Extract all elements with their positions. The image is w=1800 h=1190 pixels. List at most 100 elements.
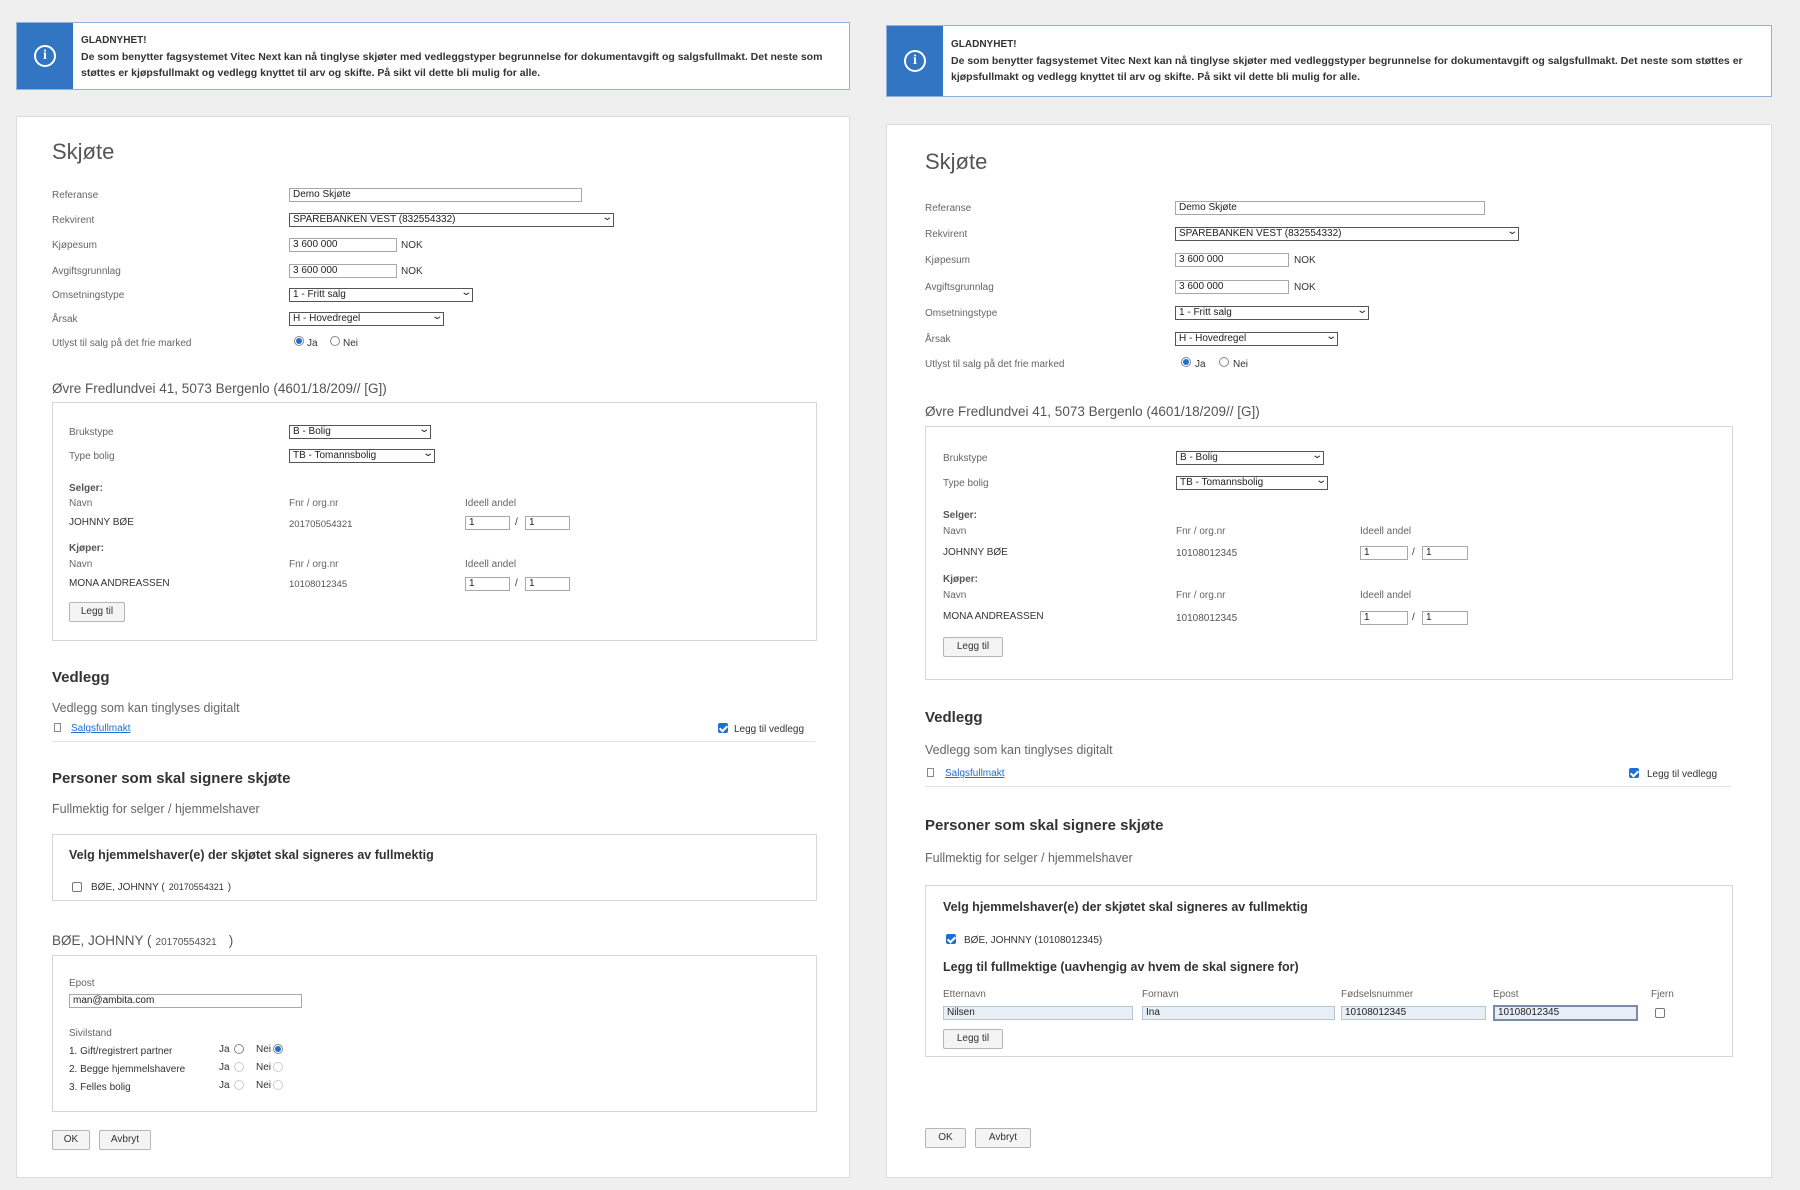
row3-ja-radio[interactable] — [234, 1080, 244, 1090]
omsetningstype-select[interactable]: 1 - Fritt salg ⌄ — [1175, 306, 1369, 320]
row3-nei-radio[interactable] — [273, 1080, 283, 1090]
label-type-bolig: Type bolig — [69, 451, 115, 462]
utlyst-nei-radio[interactable] — [1219, 357, 1229, 367]
seller-fnr: 201705054321 — [289, 519, 353, 530]
seller-heading: Selger: — [943, 510, 977, 521]
nei-label: Nei — [256, 1080, 272, 1091]
fornavn-input[interactable]: Ina — [1142, 1006, 1335, 1020]
add-proxy-button[interactable]: Legg til — [943, 1029, 1003, 1049]
kjopesum-input[interactable]: 3 600 000 — [1175, 253, 1289, 267]
signers-box: Velg hjemmelshaver(e) der skjøtet skal s… — [52, 834, 817, 901]
brukstype-select[interactable]: B - Bolig ⌄ — [289, 425, 431, 439]
etternavn-input[interactable]: Nilsen — [943, 1006, 1133, 1020]
person-label: BØE, JOHNNY (10108012345) — [964, 935, 1103, 946]
arsak-select[interactable]: H - Hovedregel ⌄ — [1175, 332, 1338, 346]
add-attachment-label: Legg til vedlegg — [734, 724, 805, 735]
epost-input[interactable]: man@ambita.com — [69, 994, 302, 1008]
buyer-name: MONA ANDREASSEN — [69, 578, 170, 589]
utlyst-ja-radio[interactable] — [1181, 357, 1191, 367]
banner-text: De som benytter fagsystemet Vitec Next k… — [81, 51, 823, 79]
chevron-down-icon: ⌄ — [1355, 306, 1368, 316]
signers-box-title: Velg hjemmelshaver(e) der skjøtet skal s… — [69, 848, 434, 862]
skjote-form: Skjøte Referanse Demo Skjøte Rekvirent S… — [16, 116, 850, 1178]
person-checkbox[interactable] — [72, 882, 82, 892]
sivilstand-row-label: 3. Felles bolig — [69, 1082, 131, 1093]
rekvirent-select[interactable]: SPAREBANKEN VEST (832554332) ⌄ — [289, 213, 614, 227]
attachments-subtitle: Vedlegg som kan tinglyses digitalt — [925, 743, 1113, 757]
seller-share-num[interactable]: 1 — [465, 516, 510, 530]
kjopesum-input[interactable]: 3 600 000 — [289, 238, 397, 252]
label-arsak: Årsak — [52, 314, 78, 325]
buyer-share-den[interactable]: 1 — [525, 577, 570, 591]
seller-share-den[interactable]: 1 — [525, 516, 570, 530]
utlyst-nei-radio[interactable] — [330, 336, 340, 346]
referanse-input[interactable]: Demo Skjøte — [289, 188, 582, 202]
buyer-share-num[interactable]: 1 — [465, 577, 510, 591]
property-box: Brukstype B - Bolig ⌄ Type bolig TB - Tom… — [52, 402, 817, 641]
referanse-input[interactable]: Demo Skjøte — [1175, 201, 1485, 215]
arsak-select[interactable]: H - Hovedregel ⌄ — [289, 312, 444, 326]
info-icon: i — [34, 45, 56, 67]
attachment-link[interactable]: Salgsfullmakt — [71, 723, 130, 734]
add-party-button[interactable]: Legg til — [69, 602, 125, 622]
add-attachment-checkbox[interactable] — [718, 723, 728, 733]
person-heading: BØE, JOHNNY (20170554321) — [52, 933, 234, 948]
fodselsnummer-input[interactable]: 10108012345 — [1341, 1006, 1486, 1020]
utlyst-nei-label: Nei — [1233, 359, 1249, 370]
cancel-button[interactable]: Avbryt — [975, 1128, 1031, 1148]
utlyst-ja-radio[interactable] — [294, 336, 304, 346]
col-fornavn: Fornavn — [1142, 989, 1179, 1000]
seller-share-den[interactable]: 1 — [1422, 546, 1468, 560]
add-attachment-checkbox[interactable] — [1629, 768, 1639, 778]
type-bolig-select[interactable]: TB - Tomannsbolig ⌄ — [289, 449, 435, 463]
news-banner: i GLADNYHET! De som benytter fagsystemet… — [16, 22, 850, 90]
type-bolig-select[interactable]: TB - Tomannsbolig ⌄ — [1176, 476, 1328, 490]
share-slash: / — [1412, 547, 1415, 558]
rekvirent-value: SPAREBANKEN VEST (832554332) — [293, 214, 456, 225]
col-navn: Navn — [69, 498, 93, 509]
cancel-button[interactable]: Avbryt — [99, 1130, 151, 1150]
label-sivilstand: Sivilstand — [69, 1028, 112, 1039]
remove-proxy-checkbox[interactable] — [1655, 1008, 1665, 1018]
row1-ja-radio[interactable] — [234, 1044, 244, 1054]
ok-button[interactable]: OK — [52, 1130, 90, 1150]
omsetningstype-value: 1 - Fritt salg — [293, 289, 346, 300]
chevron-down-icon: ⌄ — [1314, 476, 1327, 486]
ok-button[interactable]: OK — [925, 1128, 966, 1148]
add-party-button[interactable]: Legg til — [943, 637, 1003, 657]
label-kjopesum: Kjøpesum — [52, 240, 98, 251]
avgiftsgrunnlag-input[interactable]: 3 600 000 — [289, 264, 397, 278]
rekvirent-select[interactable]: SPAREBANKEN VEST (832554332) ⌄ — [1175, 227, 1519, 241]
col-fodselsnummer: Fødselsnummer — [1341, 989, 1414, 1000]
label-referanse: Referanse — [52, 190, 99, 201]
brukstype-select[interactable]: B - Bolig ⌄ — [1176, 451, 1324, 465]
epost-input[interactable]: 10108012345 — [1493, 1005, 1638, 1021]
avgiftsgrunnlag-input[interactable]: 3 600 000 — [1175, 280, 1289, 294]
person-box: Epost man@ambita.com Sivilstand 1. Gift/… — [52, 955, 817, 1112]
label-epost: Epost — [69, 978, 95, 989]
attachments-title: Vedlegg — [925, 709, 983, 726]
label-kjopesum: Kjøpesum — [925, 255, 971, 266]
omsetningstype-select[interactable]: 1 - Fritt salg ⌄ — [289, 288, 473, 302]
label-utlyst: Utlyst til salg på det frie marked — [925, 359, 1065, 370]
label-brukstype: Brukstype — [943, 453, 988, 464]
buyer-share-den[interactable]: 1 — [1422, 611, 1468, 625]
banner-icon-area: i — [17, 23, 73, 89]
property-title: Øvre Fredlundvei 41, 5073 Bergenlo (4601… — [925, 404, 1260, 419]
type-bolig-value: TB - Tomannsbolig — [293, 450, 377, 461]
buyer-share-num[interactable]: 1 — [1360, 611, 1408, 625]
document-icon — [54, 723, 61, 732]
utlyst-nei-label: Nei — [343, 338, 359, 349]
label-rekvirent: Rekvirent — [925, 229, 968, 240]
add-proxy-title: Legg til fullmektige (uavhengig av hvem … — [943, 960, 1299, 974]
nei-label: Nei — [256, 1062, 272, 1073]
row2-ja-radio[interactable] — [234, 1062, 244, 1072]
row2-nei-radio[interactable] — [273, 1062, 283, 1072]
col-epost: Epost — [1493, 989, 1519, 1000]
row1-nei-radio[interactable] — [273, 1044, 283, 1054]
person-checkbox[interactable] — [946, 934, 956, 944]
col-ideell: Ideell andel — [465, 498, 517, 509]
seller-share-num[interactable]: 1 — [1360, 546, 1408, 560]
skjote-form: Skjøte Referanse Demo Skjøte Rekvirent S… — [886, 124, 1772, 1178]
attachment-link[interactable]: Salgsfullmakt — [945, 768, 1004, 779]
